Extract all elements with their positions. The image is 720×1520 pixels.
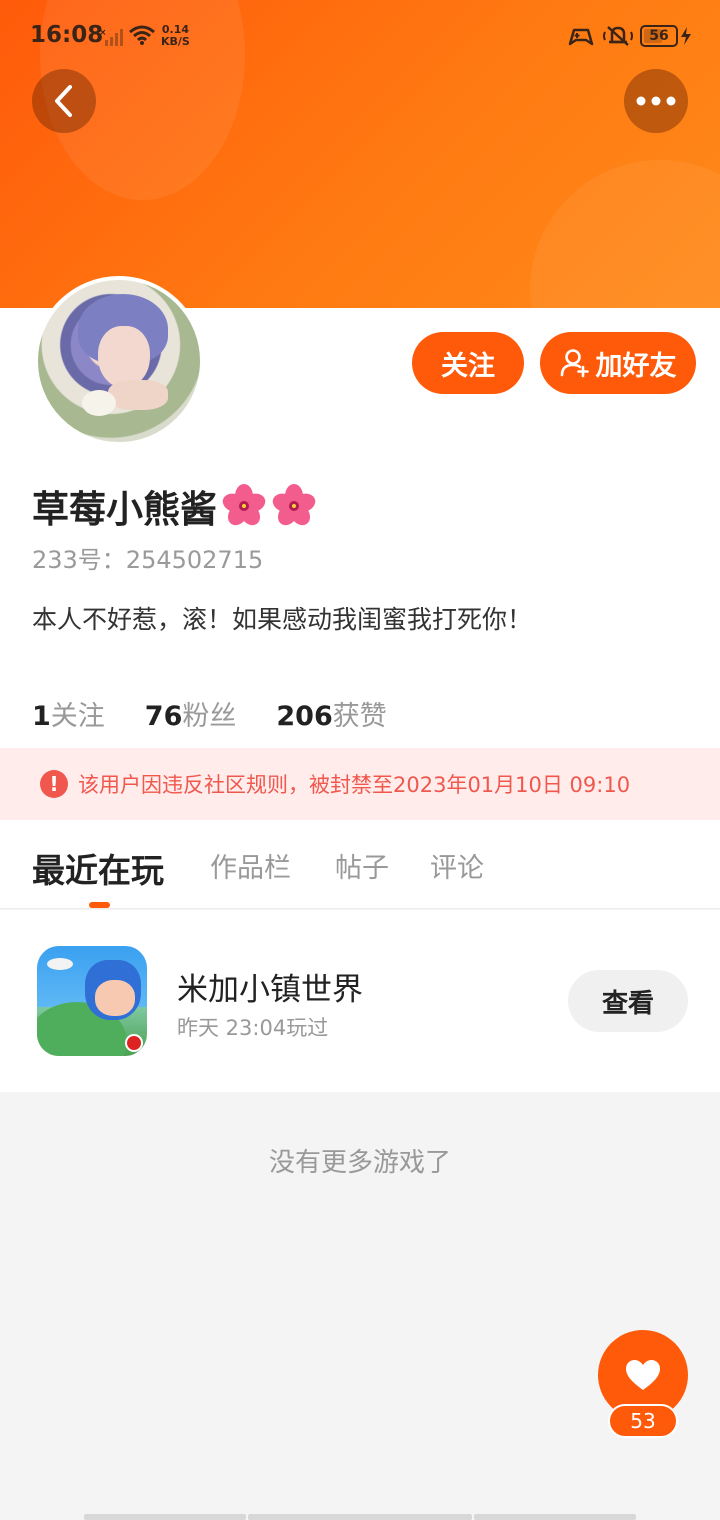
user-bio: 本人不好惹，滚！如果感动我闺蜜我打死你！ xyxy=(32,605,533,634)
mute-bell-icon xyxy=(603,24,633,52)
follow-button[interactable]: 关注 xyxy=(412,332,524,394)
profile-tabs: 最近在玩 作品栏 帖子 评论 xyxy=(0,820,720,909)
signal-icon: × xyxy=(99,27,125,51)
chevron-left-icon xyxy=(55,85,72,117)
stat-following[interactable]: 1关注 xyxy=(32,694,105,734)
ban-notice-text: 该用户因违反社区规则，被封禁至2023年01月10日 09:10 xyxy=(78,773,631,797)
hibiscus-emoji-icon xyxy=(222,484,266,526)
game-last-played: 昨天 23:04玩过 xyxy=(177,1016,329,1040)
svg-text:×: × xyxy=(99,28,107,38)
wifi-icon xyxy=(128,24,156,50)
stat-value: 206 xyxy=(276,701,333,732)
more-dots-icon xyxy=(636,96,676,106)
heart-icon xyxy=(626,1360,660,1390)
back-button[interactable] xyxy=(32,69,96,133)
like-count-badge: 53 xyxy=(608,1404,678,1438)
user-id: 233号：254502715 xyxy=(32,546,264,574)
tab-recently-played[interactable]: 最近在玩 xyxy=(32,844,164,892)
banner-decoration xyxy=(530,160,720,308)
status-time: 16:08 xyxy=(30,22,104,48)
gamepad-icon xyxy=(566,26,596,50)
stat-likes[interactable]: 206获赞 xyxy=(276,694,386,734)
game-icon[interactable] xyxy=(37,946,147,1056)
battery-icon: 56 xyxy=(640,25,678,47)
stat-value: 1 xyxy=(32,701,51,732)
view-game-button[interactable]: 查看 xyxy=(568,970,688,1032)
stat-value: 76 xyxy=(144,701,183,732)
add-friend-button[interactable]: 加好友 xyxy=(540,332,696,394)
tab-posts[interactable]: 帖子 xyxy=(335,846,389,885)
username: 草莓小熊酱 xyxy=(32,488,217,531)
tab-comments[interactable]: 评论 xyxy=(430,846,484,885)
stat-label: 粉丝 xyxy=(182,701,237,732)
view-game-button-label: 查看 xyxy=(601,988,654,1019)
active-tab-indicator xyxy=(89,902,110,908)
network-speed-unit: KB/S xyxy=(161,35,190,48)
username-row: 草莓小熊酱 xyxy=(32,482,317,531)
charging-icon xyxy=(680,27,692,49)
more-button[interactable] xyxy=(624,69,688,133)
stat-label: 获赞 xyxy=(332,701,387,732)
battery-level: 56 xyxy=(649,28,669,44)
tab-works[interactable]: 作品栏 xyxy=(210,846,291,885)
network-speed: 0.14 KB/S xyxy=(161,24,190,48)
stat-followers[interactable]: 76粉丝 xyxy=(145,694,237,734)
game-title: 米加小镇世界 xyxy=(177,972,363,1008)
bottom-edge xyxy=(0,1514,720,1520)
status-bar: 16:08 × 0.14 KB/S 56 xyxy=(0,0,720,72)
stat-label: 关注 xyxy=(50,701,105,732)
user-stats: 1关注 76粉丝 206获赞 xyxy=(32,694,387,734)
warning-icon: ! xyxy=(40,770,68,798)
ban-notice: ! 该用户因违反社区规则，被封禁至2023年01月10日 09:10 xyxy=(0,748,720,820)
add-friend-button-label: 加好友 xyxy=(595,350,677,382)
avatar[interactable] xyxy=(34,276,204,446)
no-more-games-text: 没有更多游戏了 xyxy=(268,1148,451,1178)
follow-button-label: 关注 xyxy=(441,350,495,382)
add-user-icon xyxy=(560,349,589,378)
hibiscus-emoji-icon xyxy=(272,484,316,526)
